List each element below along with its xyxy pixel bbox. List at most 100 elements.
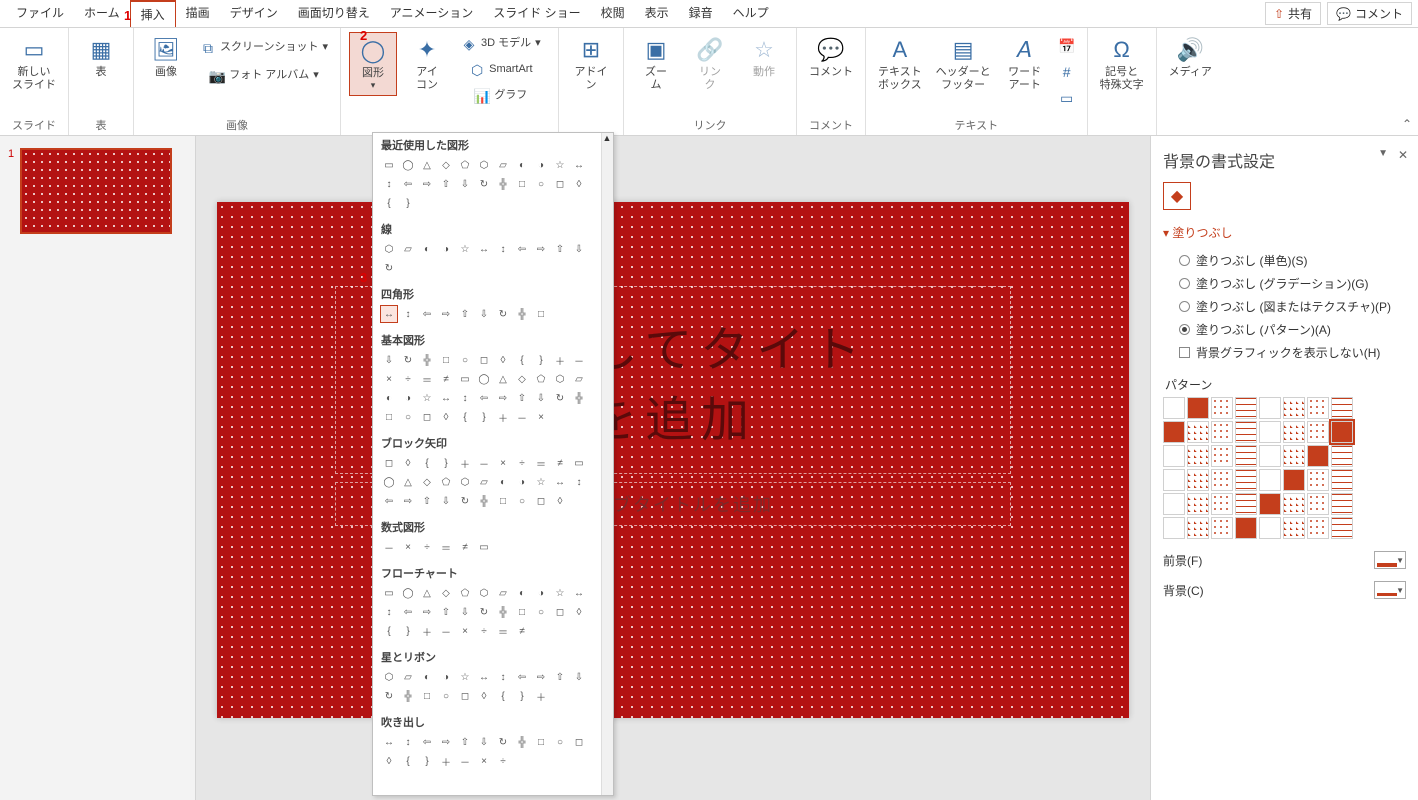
shape-item[interactable]: } (419, 753, 435, 769)
shape-item[interactable]: ☆ (457, 669, 473, 685)
hide-graphic-checkbox[interactable] (1179, 347, 1190, 358)
shape-item[interactable]: ↻ (476, 176, 492, 192)
pattern-swatch-5[interactable] (1283, 397, 1305, 419)
shape-item[interactable]: ↕ (457, 390, 473, 406)
shape-item[interactable]: { (514, 352, 530, 368)
pattern-swatch-40[interactable] (1163, 517, 1185, 539)
shape-item[interactable]: ◊ (381, 753, 397, 769)
shape-item[interactable]: ╬ (514, 734, 530, 750)
pattern-swatch-42[interactable] (1211, 517, 1233, 539)
shape-item[interactable]: ◐ (495, 474, 511, 490)
shape-item[interactable]: ◊ (495, 352, 511, 368)
shape-item[interactable]: ⇩ (476, 306, 492, 322)
shape-item[interactable]: ◑ (438, 241, 454, 257)
shape-item[interactable]: ○ (438, 688, 454, 704)
shape-item[interactable]: ↔ (438, 390, 454, 406)
shape-item[interactable]: { (381, 195, 397, 211)
shape-item[interactable]: ↔ (571, 157, 587, 173)
pattern-swatch-3[interactable] (1235, 397, 1257, 419)
shape-item[interactable]: ◯ (400, 157, 416, 173)
hide-graphic-row[interactable]: 背景グラフィックを表示しない(H) (1163, 341, 1406, 364)
gallery-scrollbar[interactable] (601, 133, 613, 795)
pattern-swatch-25[interactable] (1187, 469, 1209, 491)
shape-item[interactable]: ⇦ (514, 241, 530, 257)
shape-item[interactable]: ◐ (514, 157, 530, 173)
shape-item[interactable]: ＝ (495, 623, 511, 639)
shape-item[interactable]: ╬ (400, 688, 416, 704)
slide-thumbnail-1[interactable] (20, 148, 172, 234)
menu-tab-9[interactable]: 表示 (635, 0, 679, 27)
shape-item[interactable]: ⬠ (457, 157, 473, 173)
fill-section-header[interactable]: ▾ 塗りつぶし (1163, 224, 1406, 241)
pattern-swatch-34[interactable] (1211, 493, 1233, 515)
shape-item[interactable]: × (400, 539, 416, 555)
menu-tab-3[interactable]: 描画 (176, 0, 220, 27)
shape-item[interactable]: ↕ (571, 474, 587, 490)
shapes-button[interactable]: ◯図形▾ (349, 32, 397, 96)
shape-item[interactable]: ⇩ (457, 604, 473, 620)
pattern-swatch-28[interactable] (1259, 469, 1281, 491)
shape-item[interactable]: ⇨ (533, 669, 549, 685)
shape-item[interactable]: ⬡ (381, 241, 397, 257)
shape-item[interactable]: ＋ (438, 753, 454, 769)
shape-item[interactable]: ⬡ (457, 474, 473, 490)
shape-item[interactable]: ⇨ (533, 241, 549, 257)
shape-item[interactable]: ⇩ (571, 241, 587, 257)
shape-item[interactable]: ⇧ (552, 669, 568, 685)
pattern-swatch-19[interactable] (1235, 445, 1257, 467)
shape-item[interactable]: × (476, 753, 492, 769)
shape-item[interactable]: ⬡ (476, 585, 492, 601)
shape-item[interactable]: ▱ (400, 241, 416, 257)
image-button[interactable]: 🖼画像 (142, 32, 190, 83)
shape-item[interactable]: × (457, 623, 473, 639)
shape-item[interactable]: □ (438, 352, 454, 368)
comment-button[interactable]: 💬コメント (1327, 2, 1412, 25)
shape-item[interactable]: ╬ (495, 604, 511, 620)
pattern-swatch-1[interactable] (1187, 397, 1209, 419)
shape-item[interactable]: { (400, 753, 416, 769)
shape-item[interactable]: ◊ (400, 455, 416, 471)
shape-item[interactable]: ◊ (438, 409, 454, 425)
shape-item[interactable]: △ (400, 474, 416, 490)
shape-item[interactable]: ⇧ (438, 176, 454, 192)
shape-item[interactable]: ↔ (476, 669, 492, 685)
shape-item[interactable]: ☆ (552, 585, 568, 601)
shape-item[interactable]: ◊ (552, 493, 568, 509)
shape-item[interactable]: － (571, 352, 587, 368)
shape-item[interactable]: ▱ (476, 474, 492, 490)
shape-item[interactable]: ＋ (419, 623, 435, 639)
shape-item[interactable]: ⇩ (571, 669, 587, 685)
shape-item[interactable]: ⇧ (514, 390, 530, 406)
pane-close-button[interactable]: ✕ (1398, 148, 1408, 162)
shape-item[interactable]: ⇨ (400, 493, 416, 509)
fill-option-1[interactable]: 塗りつぶし (グラデーション)(G) (1163, 272, 1406, 295)
menu-tab-10[interactable]: 録音 (679, 0, 723, 27)
shape-item[interactable]: ◇ (514, 371, 530, 387)
shape-item[interactable]: ＝ (419, 371, 435, 387)
symbol-button[interactable]: Ω記号と 特殊文字 (1096, 32, 1148, 96)
shape-item[interactable]: ÷ (400, 371, 416, 387)
shape-item[interactable]: ↔ (476, 241, 492, 257)
shape-item[interactable]: ⇨ (438, 734, 454, 750)
pattern-swatch-36[interactable] (1259, 493, 1281, 515)
shape-item[interactable]: ⇦ (381, 493, 397, 509)
shape-item[interactable]: ↕ (381, 176, 397, 192)
shape-item[interactable]: { (495, 688, 511, 704)
pattern-swatch-13[interactable] (1283, 421, 1305, 443)
shape-item[interactable]: ⇦ (419, 306, 435, 322)
menu-tab-1[interactable]: ホーム (74, 0, 130, 27)
shape-item[interactable]: ↕ (495, 669, 511, 685)
shape-item[interactable]: ≠ (457, 539, 473, 555)
shape-item[interactable]: ↕ (400, 306, 416, 322)
shape-item[interactable]: ÷ (495, 753, 511, 769)
pattern-swatch-35[interactable] (1235, 493, 1257, 515)
shape-item[interactable]: ＋ (457, 455, 473, 471)
shape-item[interactable]: ○ (552, 734, 568, 750)
shape-item[interactable]: ◐ (381, 390, 397, 406)
pane-options-button[interactable]: ▼ (1378, 148, 1388, 159)
shape-item[interactable]: ⇧ (552, 241, 568, 257)
shape-item[interactable]: ▱ (495, 157, 511, 173)
shape-item[interactable]: ⇩ (457, 176, 473, 192)
pattern-swatch-17[interactable] (1187, 445, 1209, 467)
shape-item[interactable]: ⇦ (476, 390, 492, 406)
